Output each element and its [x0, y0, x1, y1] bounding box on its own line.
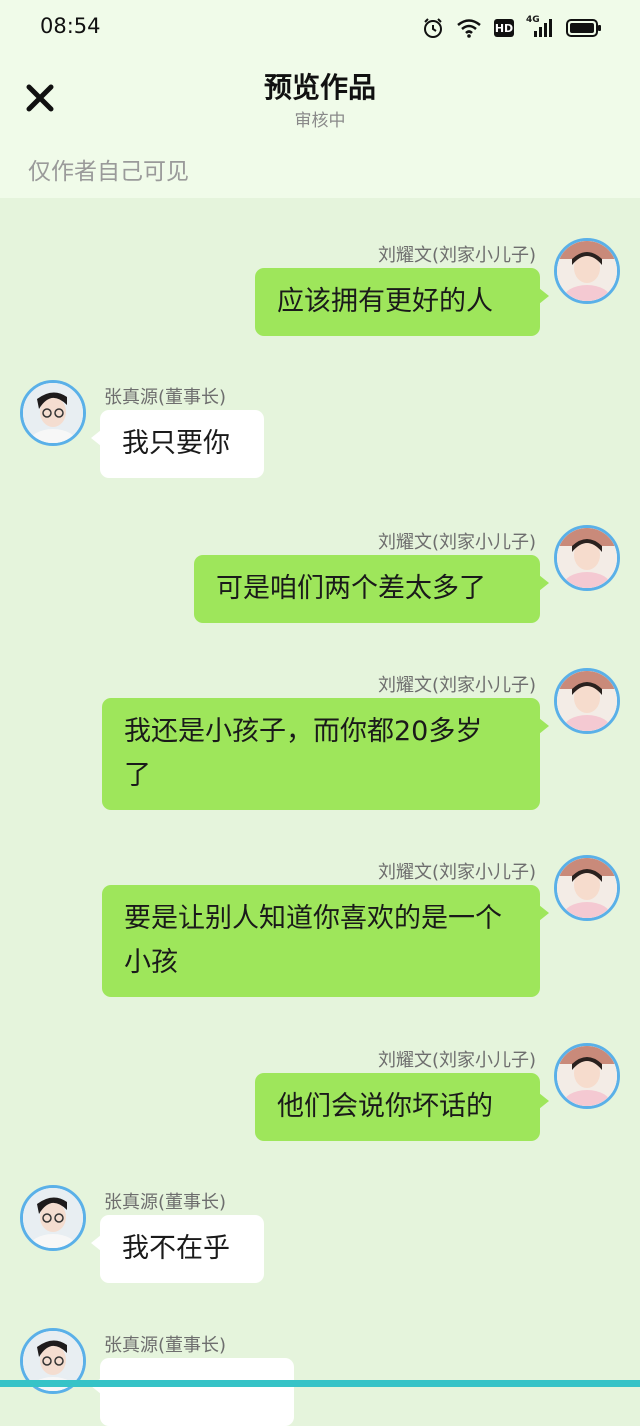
avatar[interactable]	[20, 380, 86, 446]
status-bar: 08:54 HD 4G	[0, 0, 640, 56]
visibility-note: 仅作者自己可见	[28, 159, 189, 185]
message-bubble[interactable]: 我不在乎	[91, 1215, 264, 1283]
message-bubble[interactable]: 要是让别人知道你喜欢的是一个小孩	[102, 885, 549, 997]
avatar[interactable]	[554, 238, 620, 304]
avatar[interactable]	[554, 1043, 620, 1109]
status-icons: HD 4G	[422, 14, 602, 42]
sender-name: 刘耀文(刘家小儿子)	[377, 675, 536, 696]
wifi-icon	[456, 18, 482, 38]
battery-icon	[566, 18, 602, 38]
avatar[interactable]	[20, 1185, 86, 1251]
sender-name: 刘耀文(刘家小儿子)	[377, 532, 536, 553]
sender-name: 张真源(董事长)	[104, 1192, 227, 1213]
review-status: 审核中	[294, 111, 346, 131]
header: 预览作品 审核中 仅作者自己可见	[0, 56, 640, 198]
page-title: 预览作品	[263, 71, 376, 104]
alarm-icon	[422, 17, 444, 39]
sender-name: 刘耀文(刘家小儿子)	[377, 245, 536, 266]
message-bubble[interactable]: 应该拥有更好的人	[255, 268, 549, 336]
chat-list[interactable]: 刘耀文(刘家小儿子) 应该拥有更好的人 张真源(董事长) 我只要你 刘耀文(刘家…	[0, 198, 640, 1426]
message-bubble[interactable]	[91, 1358, 294, 1426]
hd-icon: HD	[494, 19, 514, 37]
sender-name: 刘耀文(刘家小儿子)	[377, 1050, 536, 1071]
sender-name: 张真源(董事长)	[104, 1335, 227, 1356]
avatar[interactable]	[554, 855, 620, 921]
avatar[interactable]	[554, 668, 620, 734]
avatar[interactable]	[554, 525, 620, 591]
message-bubble[interactable]: 可是咱们两个差太多了	[194, 555, 549, 623]
message-bubble[interactable]: 我还是小孩子，而你都20多岁了	[102, 698, 549, 810]
status-time: 08:54	[40, 14, 101, 38]
message-bubble[interactable]: 我只要你	[91, 410, 264, 478]
message-bubble[interactable]: 他们会说你坏话的	[255, 1073, 549, 1141]
sender-name: 刘耀文(刘家小儿子)	[377, 862, 536, 883]
bottom-progress-bar	[0, 1380, 640, 1387]
signal-icon: 4G	[526, 15, 554, 39]
sender-name: 张真源(董事长)	[104, 387, 227, 408]
